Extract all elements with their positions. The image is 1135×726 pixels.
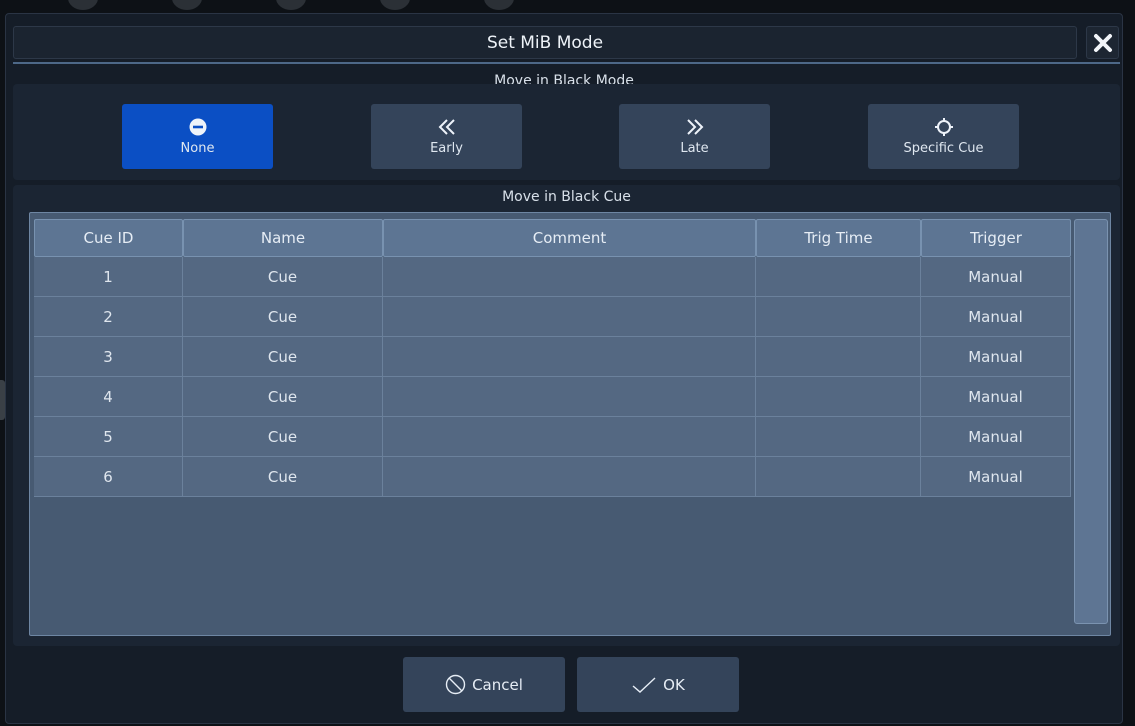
cell-cue-id: 6 xyxy=(34,457,183,497)
dialog-title: Set MiB Mode xyxy=(486,32,604,53)
ok-label: OK xyxy=(663,675,685,694)
set-mib-mode-dialog: Set MiB Mode Move in Black Mode None Ear… xyxy=(5,13,1123,724)
mode-late-button[interactable]: Late xyxy=(619,104,770,169)
cell-comment xyxy=(383,257,756,297)
background-dot xyxy=(172,0,202,10)
cue-table-body: 1 Cue Manual 2 Cue Manual 3 Cue Manual 4… xyxy=(34,257,1071,497)
cell-trigger: Manual xyxy=(921,297,1071,337)
cell-name: Cue xyxy=(183,457,383,497)
mode-none-label: None xyxy=(180,140,215,156)
cell-comment xyxy=(383,377,756,417)
cell-trig-time xyxy=(756,457,921,497)
table-row[interactable]: 4 Cue Manual xyxy=(34,377,1071,417)
checkmark-icon xyxy=(632,676,656,693)
cell-trig-time xyxy=(756,257,921,297)
column-header-trig-time[interactable]: Trig Time xyxy=(756,219,921,257)
cell-trig-time xyxy=(756,297,921,337)
cell-cue-id: 3 xyxy=(34,337,183,377)
cell-name: Cue xyxy=(183,337,383,377)
column-header-name[interactable]: Name xyxy=(183,219,383,257)
crosshair-icon xyxy=(934,117,953,136)
cue-section-label: Move in Black Cue xyxy=(502,189,631,205)
table-row[interactable]: 5 Cue Manual xyxy=(34,417,1071,457)
mode-early-label: Early xyxy=(430,140,463,156)
table-scrollbar[interactable] xyxy=(1074,219,1108,624)
cancel-label: Cancel xyxy=(472,675,523,694)
cue-table: Cue ID Name Comment Trig Time Trigger 1 … xyxy=(29,212,1111,636)
cell-cue-id: 2 xyxy=(34,297,183,337)
cell-trigger: Manual xyxy=(921,337,1071,377)
cell-name: Cue xyxy=(183,297,383,337)
cell-name: Cue xyxy=(183,417,383,457)
cue-panel: Move in Black Cue Cue ID Name Comment Tr… xyxy=(13,185,1120,646)
cell-name: Cue xyxy=(183,257,383,297)
cell-comment xyxy=(383,457,756,497)
cell-trigger: Manual xyxy=(921,257,1071,297)
title-divider xyxy=(13,62,1120,64)
column-header-cue-id[interactable]: Cue ID xyxy=(34,219,183,257)
mode-none-button[interactable]: None xyxy=(122,104,273,169)
background-dot xyxy=(276,0,306,10)
table-row[interactable]: 1 Cue Manual xyxy=(34,257,1071,297)
cell-cue-id: 1 xyxy=(34,257,183,297)
column-header-trigger[interactable]: Trigger xyxy=(921,219,1071,257)
cancel-button[interactable]: Cancel xyxy=(403,657,565,712)
double-chevron-left-icon xyxy=(438,118,455,135)
mode-panel: None Early Late Specific Cue xyxy=(13,84,1120,180)
mode-specific-cue-label: Specific Cue xyxy=(903,140,984,156)
cancel-circle-icon xyxy=(445,674,466,695)
dialog-titlebar: Set MiB Mode xyxy=(13,26,1077,59)
cell-comment xyxy=(383,417,756,457)
minus-circle-icon xyxy=(189,118,206,135)
cell-trig-time xyxy=(756,377,921,417)
background-dot xyxy=(484,0,514,10)
column-header-comment[interactable]: Comment xyxy=(383,219,756,257)
cell-trigger: Manual xyxy=(921,377,1071,417)
cell-cue-id: 4 xyxy=(34,377,183,417)
background-dot xyxy=(380,0,410,10)
background-dot xyxy=(68,0,98,10)
ok-button[interactable]: OK xyxy=(577,657,739,712)
table-row[interactable]: 3 Cue Manual xyxy=(34,337,1071,377)
cell-trig-time xyxy=(756,417,921,457)
mode-late-label: Late xyxy=(680,140,709,156)
cue-table-header: Cue ID Name Comment Trig Time Trigger xyxy=(34,219,1071,257)
cell-name: Cue xyxy=(183,377,383,417)
close-icon xyxy=(1093,33,1112,52)
close-button[interactable] xyxy=(1086,26,1119,59)
cell-cue-id: 5 xyxy=(34,417,183,457)
cell-trigger: Manual xyxy=(921,457,1071,497)
mode-early-button[interactable]: Early xyxy=(371,104,522,169)
cell-trig-time xyxy=(756,337,921,377)
cell-comment xyxy=(383,337,756,377)
cell-trigger: Manual xyxy=(921,417,1071,457)
cell-comment xyxy=(383,297,756,337)
table-row[interactable]: 2 Cue Manual xyxy=(34,297,1071,337)
table-row[interactable]: 6 Cue Manual xyxy=(34,457,1071,497)
mode-specific-cue-button[interactable]: Specific Cue xyxy=(868,104,1019,169)
double-chevron-right-icon xyxy=(686,118,703,135)
